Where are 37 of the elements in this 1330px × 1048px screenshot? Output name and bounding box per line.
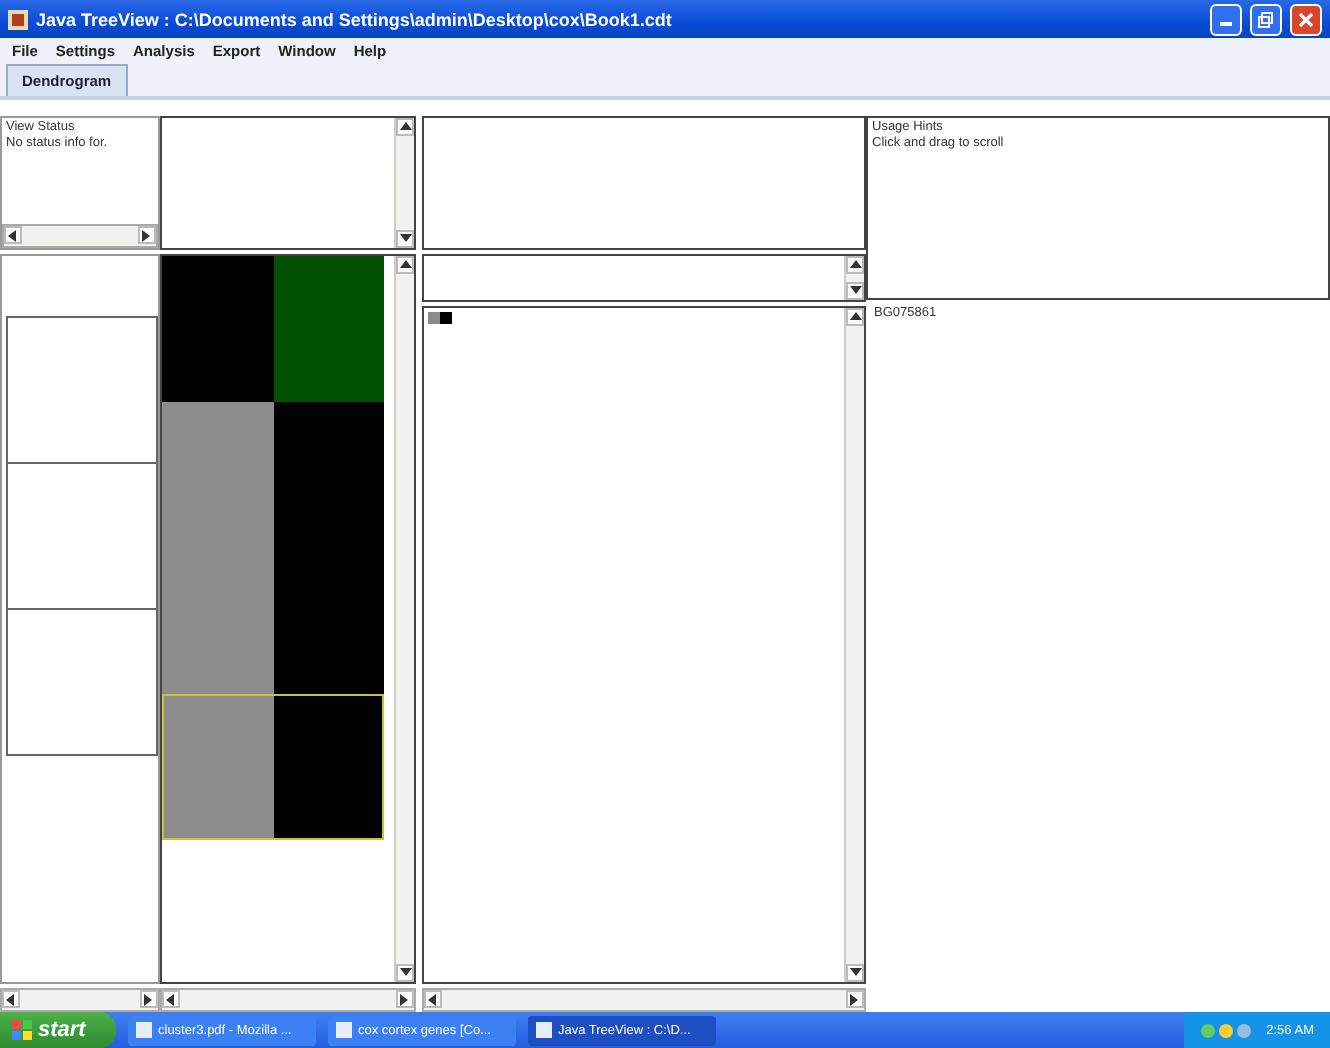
window-icon — [136, 1022, 152, 1038]
arrow-right-icon — [142, 991, 156, 1007]
vertical-scrollbar[interactable] — [844, 308, 864, 982]
windows-logo-icon — [12, 1020, 32, 1040]
window-title: Java TreeView : C:\Documents and Settings\admin\Desktop\cox\Book1.cdt — [36, 9, 674, 29]
vertical-scrollbar[interactable] — [394, 118, 414, 248]
maximize-button[interactable] — [1250, 3, 1282, 35]
horizontal-scrollbar[interactable] — [2, 224, 158, 248]
arrow-left-icon — [4, 991, 18, 1007]
horizontal-scrollbar[interactable] — [0, 988, 160, 1012]
arrow-left-icon — [6, 227, 20, 243]
arrow-down-icon — [848, 965, 862, 981]
minimize-icon — [1220, 22, 1232, 26]
arrow-up-icon — [398, 257, 412, 273]
arrow-up-icon — [848, 309, 862, 325]
thumbnail-drawing — [428, 312, 452, 324]
window-icon — [336, 1022, 352, 1038]
arrow-down-icon — [398, 231, 412, 247]
horizontal-scrollbar[interactable] — [422, 988, 866, 1012]
arrow-up-icon — [848, 257, 862, 273]
arrow-up-icon — [398, 119, 412, 135]
restore-icon — [1258, 11, 1274, 27]
vertical-scrollbar[interactable] — [394, 256, 414, 982]
arrow-down-icon — [398, 965, 412, 981]
arrow-right-icon — [848, 991, 862, 1007]
arrow-down-icon — [848, 283, 862, 299]
vertical-scrollbar[interactable] — [844, 256, 864, 300]
window-icon — [536, 1022, 552, 1038]
arrow-right-icon — [140, 227, 154, 243]
app-icon — [8, 9, 28, 29]
arrow-right-icon — [398, 991, 412, 1007]
close-icon — [1298, 11, 1314, 27]
minimize-button[interactable] — [1210, 3, 1242, 35]
arrow-left-icon — [164, 991, 178, 1007]
horizontal-scrollbar[interactable] — [160, 988, 416, 1012]
close-button[interactable] — [1290, 3, 1322, 35]
arrow-left-icon — [426, 991, 440, 1007]
